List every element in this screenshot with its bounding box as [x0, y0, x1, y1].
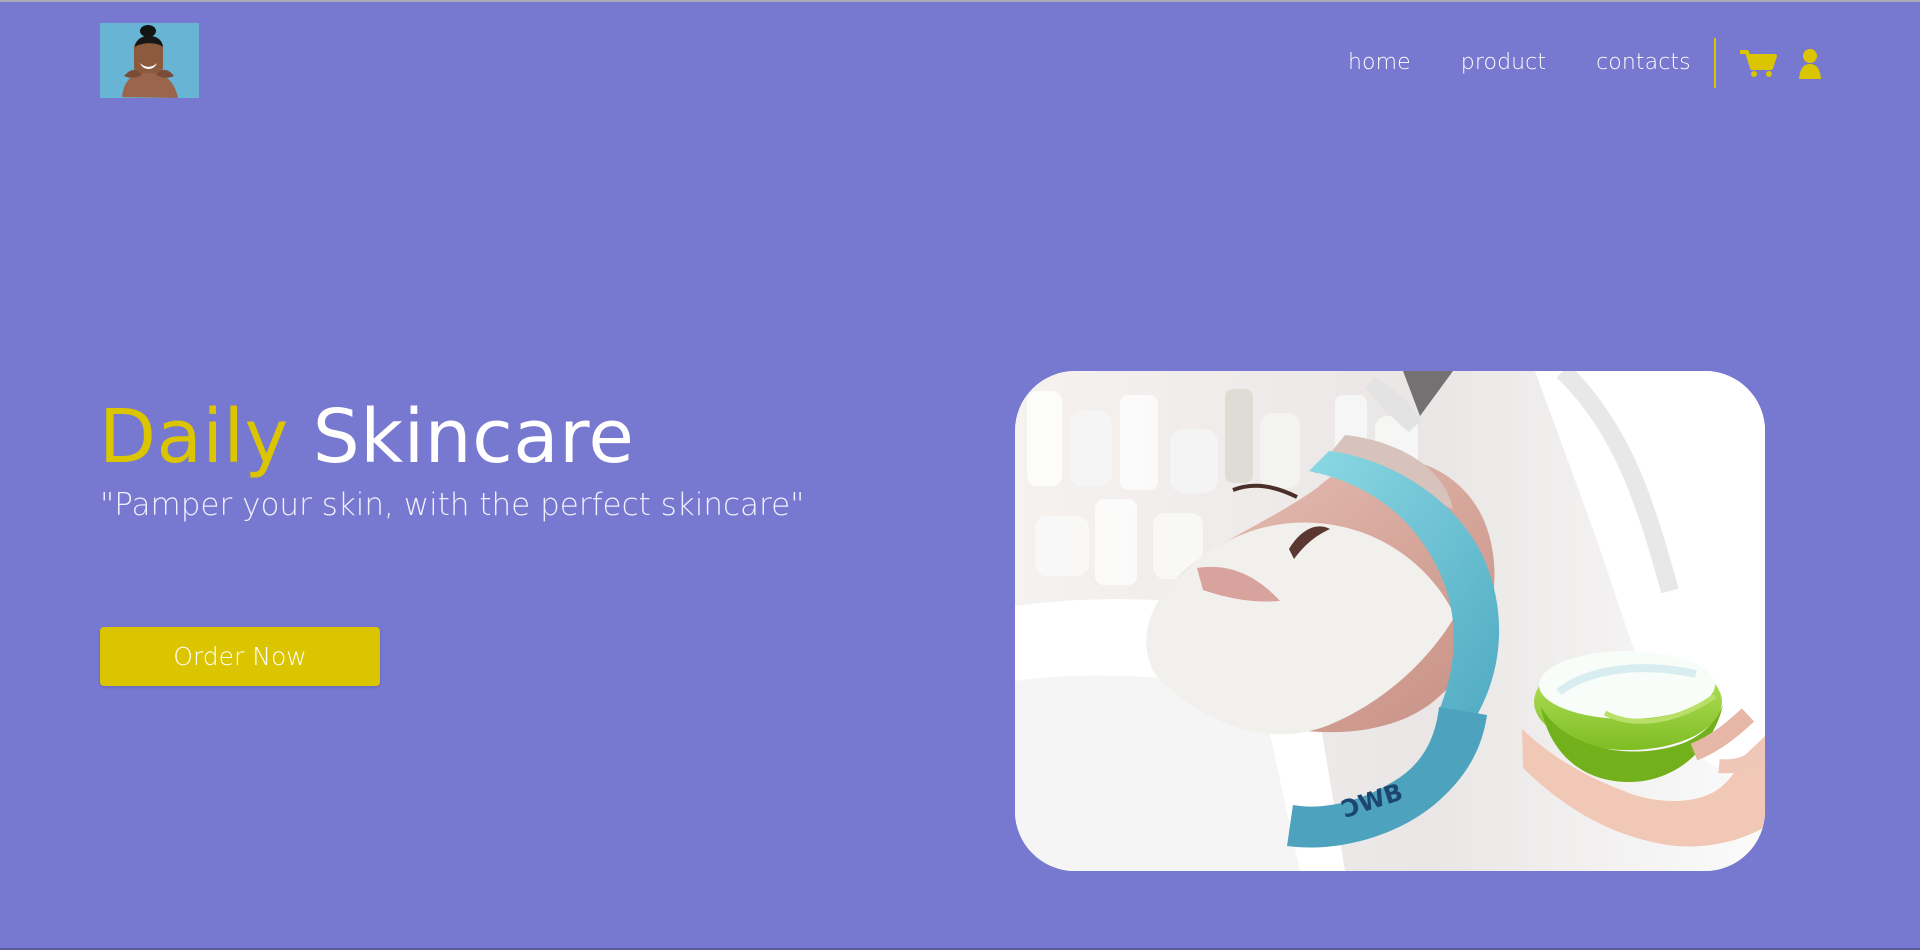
brand-logo[interactable]: [100, 23, 199, 98]
hero-skincare-image: ƆWB: [1015, 371, 1765, 871]
nav-divider: [1714, 38, 1716, 88]
main-navigation: home product contacts: [1348, 38, 1691, 88]
user-icon[interactable]: [1797, 48, 1823, 79]
order-now-button[interactable]: Order Now: [100, 627, 380, 686]
cart-icon[interactable]: [1739, 48, 1778, 78]
hero-title: Daily Skincare: [99, 392, 634, 482]
hero-title-accent: Daily: [99, 394, 289, 480]
nav-link-contacts[interactable]: contacts: [1596, 38, 1691, 88]
hero-subtitle: "Pamper your skin, with the perfect skin…: [100, 487, 805, 523]
landing-page: home product contacts Daily Skincare "Pa…: [0, 0, 1920, 950]
nav-link-home[interactable]: home: [1348, 38, 1411, 88]
hero-title-main: Skincare: [312, 394, 635, 480]
nav-link-product[interactable]: product: [1461, 38, 1546, 88]
